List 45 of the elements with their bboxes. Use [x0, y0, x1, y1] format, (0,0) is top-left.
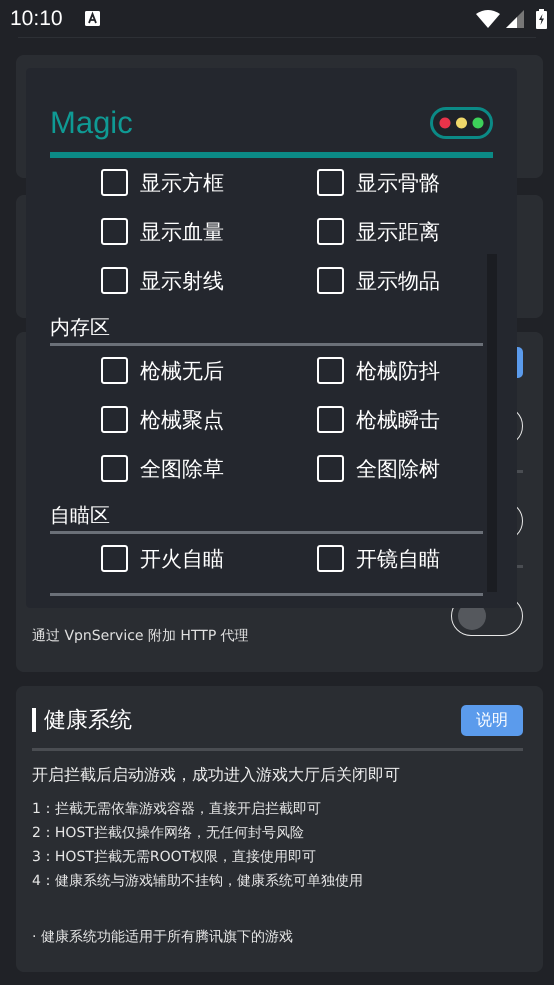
checkbox[interactable]	[101, 267, 128, 294]
option-label[interactable]: 枪械聚点	[140, 406, 224, 434]
checkbox[interactable]	[101, 357, 128, 384]
keyboard-icon	[84, 11, 100, 26]
option-label[interactable]: 枪械防抖	[356, 356, 440, 384]
checkbox[interactable]	[317, 169, 344, 196]
dots-icon[interactable]	[430, 107, 493, 139]
checkbox[interactable]	[317, 455, 344, 482]
checkbox[interactable]	[317, 357, 344, 384]
status-time: 10:10	[10, 6, 63, 30]
option-label[interactable]: 显示血量	[140, 218, 224, 246]
option-label[interactable]: 显示方框	[140, 168, 224, 196]
option-label[interactable]: 开镜自瞄	[356, 544, 440, 572]
option-label[interactable]: 显示射线	[140, 266, 224, 294]
option-label[interactable]: 显示距离	[356, 218, 440, 246]
signal-icon	[506, 10, 524, 28]
wifi-icon	[476, 10, 500, 28]
checkbox[interactable]	[317, 545, 344, 572]
option-label[interactable]: 全图除草	[140, 454, 224, 482]
checkbox[interactable]	[101, 455, 128, 482]
checkbox[interactable]	[101, 218, 128, 245]
checkbox[interactable]	[101, 406, 128, 433]
section-label: 内存区	[50, 314, 111, 341]
option-label[interactable]: 显示物品	[356, 266, 440, 294]
option-label[interactable]: 开火自瞄	[140, 544, 224, 572]
checkbox[interactable]	[317, 218, 344, 245]
intro-text: 开启拦截后启动游戏，成功进入游戏大厅后关闭即可	[32, 765, 401, 786]
panel-title: Magic	[50, 105, 133, 141]
checkbox[interactable]	[101, 545, 128, 572]
section-label: 自瞄区	[50, 502, 111, 529]
section-title: 健康系统	[44, 707, 132, 735]
option-label[interactable]: 全图除树	[356, 454, 440, 482]
checkbox[interactable]	[317, 406, 344, 433]
checkbox[interactable]	[317, 267, 344, 294]
list-item: 4：健康系统与游戏辅助不挂钩，健康系统可单独使用	[32, 872, 364, 890]
list-item: 2：HOST拦截仅操作网络，无任何封号风险	[32, 824, 305, 842]
setting-subtitle: 通过 VpnService 附加 HTTP 代理	[32, 627, 250, 645]
battery-icon	[536, 8, 547, 28]
checkbox[interactable]	[101, 169, 128, 196]
note-text: · 健康系统功能适用于所有腾讯旗下的游戏	[32, 928, 294, 946]
option-label[interactable]: 枪械无后	[140, 356, 224, 384]
option-label[interactable]: 枪械瞬击	[356, 406, 440, 434]
list-item: 3：HOST拦截无需ROOT权限，直接使用即可	[32, 848, 318, 866]
option-label[interactable]: 显示骨骼	[356, 168, 440, 196]
list-item: 1：拦截无需依靠游戏容器，直接开启拦截即可	[32, 800, 322, 818]
